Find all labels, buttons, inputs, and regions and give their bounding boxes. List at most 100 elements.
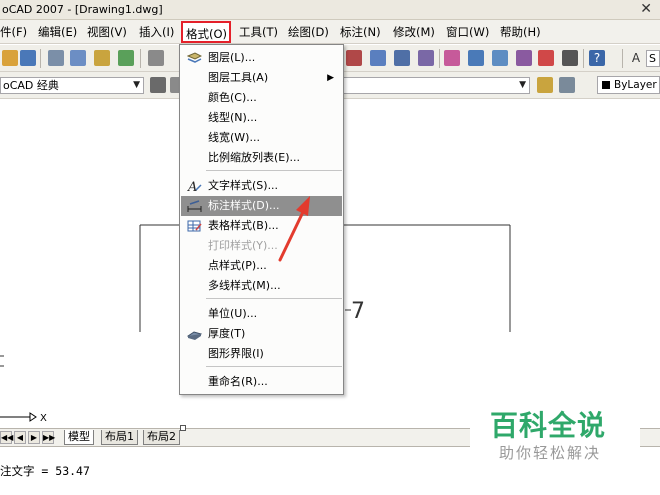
properties-icon[interactable] [418, 50, 434, 66]
menu-view[interactable]: 视图(V) [87, 24, 127, 40]
chevron-down-icon: ▼ [519, 80, 526, 90]
menu-item-multiline-style[interactable]: 多线样式(M)... [181, 276, 342, 296]
zoom-window-icon[interactable] [370, 50, 386, 66]
menu-format[interactable]: 格式(O) [181, 21, 232, 43]
pencil-icon[interactable] [2, 50, 18, 66]
save-icon[interactable] [20, 50, 36, 66]
menu-item-label: 重命名(R)... [208, 375, 268, 388]
menu-modify[interactable]: 修改(M) [393, 24, 435, 40]
menu-item-units[interactable]: 单位(U)... [181, 304, 342, 324]
submenu-arrow-icon: ▶ [327, 73, 334, 83]
first-tab-button[interactable]: ◀◀ [0, 431, 13, 444]
menu-insert[interactable]: 插入(I) [139, 24, 174, 40]
watermark-subtitle: 助你轻松解决 [499, 444, 602, 462]
print-preview-icon[interactable] [70, 50, 86, 66]
cut-icon[interactable] [148, 50, 164, 66]
markup-icon[interactable] [516, 50, 532, 66]
ucs-arrow-icon [29, 412, 37, 422]
make-layer-current-icon[interactable] [537, 77, 553, 93]
text-style-icon: A [187, 180, 202, 193]
chevron-down-icon: ▼ [133, 80, 140, 90]
command-history-text: 注文字 = 53.47 [0, 464, 90, 478]
window-title: oCAD 2007 - [Drawing1.dwg] [2, 3, 163, 16]
menu-dimension[interactable]: 标注(N) [340, 24, 381, 40]
text-style-combo[interactable]: S [646, 50, 660, 67]
menu-item-label: 多线样式(M)... [208, 279, 281, 292]
workspace-settings-icon[interactable] [150, 77, 166, 93]
publish-icon[interactable] [94, 50, 110, 66]
menu-item-drawing-limits[interactable]: 图形界限(I) [181, 344, 342, 364]
menu-draw[interactable]: 绘图(D) [288, 24, 329, 40]
menu-item-label: 点样式(P)... [208, 259, 267, 272]
menu-item-label: 线型(N)... [208, 111, 258, 124]
menu-item-label: 表格样式(B)... [208, 219, 279, 232]
menu-item-layer-tools[interactable]: 图层工具(A) ▶ [181, 68, 342, 88]
dimension-style-icon [187, 200, 202, 212]
help-icon[interactable]: ? [589, 50, 605, 66]
svg-text:A: A [187, 180, 197, 193]
zoom-previous-icon[interactable] [394, 50, 410, 66]
tab-splitter-handle[interactable] [180, 425, 186, 431]
menu-item-thickness[interactable]: 厚度(T) [181, 324, 342, 344]
layer-previous-icon[interactable] [559, 77, 575, 93]
annotation-arrow [278, 196, 310, 262]
tab-layout1[interactable]: 布局1 [101, 430, 138, 445]
layer-combo[interactable]: ▼ [344, 77, 530, 94]
toolbar-separator [140, 49, 141, 68]
watermark-title: 百科全说 [490, 409, 607, 442]
dimension-text: 7 [351, 299, 365, 324]
watermark-logo: 百科全说 助你轻松解决 [470, 400, 640, 468]
menu-item-color[interactable]: 颜色(C)... [181, 88, 342, 108]
layers-icon [187, 52, 202, 63]
title-bar: oCAD 2007 - [Drawing1.dwg] ✕ [0, 0, 660, 20]
tool-palettes-icon[interactable] [468, 50, 484, 66]
plot-icon[interactable] [118, 50, 134, 66]
menu-item-linetype[interactable]: 线型(N)... [181, 108, 342, 128]
quickcalc-icon[interactable] [538, 50, 554, 66]
menu-item-label: 比例缩放列表(E)... [208, 151, 301, 164]
sheet-set-icon[interactable] [492, 50, 508, 66]
toolbar-separator [439, 49, 440, 68]
toolbar-separator [622, 49, 623, 68]
menu-help[interactable]: 帮助(H) [500, 24, 541, 40]
prev-tab-button[interactable]: ◀ [14, 431, 26, 444]
design-center-icon[interactable] [444, 50, 460, 66]
thickness-icon [187, 331, 202, 340]
calculator-icon[interactable] [562, 50, 578, 66]
menu-item-label: 文字样式(S)... [208, 179, 279, 192]
toolbar-separator [583, 49, 584, 68]
menu-bar: 件(F) 编辑(E) 视图(V) 插入(I) 格式(O) 工具(T) 绘图(D)… [0, 20, 660, 44]
next-tab-button[interactable]: ▶ [28, 431, 40, 444]
toolbar-separator [40, 49, 41, 68]
menu-item-label: 单位(U)... [208, 307, 258, 320]
workspace-combo[interactable]: oCAD 经典 ▼ [0, 77, 144, 94]
menu-edit[interactable]: 编辑(E) [38, 24, 77, 40]
color-value: ByLayer [614, 79, 657, 91]
last-tab-button[interactable]: ▶▶ [42, 431, 55, 444]
tab-model[interactable]: 模型 [64, 430, 94, 445]
tab-layout2[interactable]: 布局2 [143, 430, 180, 445]
menu-item-label: 线宽(W)... [208, 131, 260, 144]
table-style-icon [187, 220, 202, 232]
zoom-realtime-icon[interactable] [346, 50, 362, 66]
menu-item-label: 图形界限(I) [208, 347, 264, 360]
color-control[interactable]: ByLayer [597, 76, 660, 94]
menu-item-label: 厚度(T) [208, 327, 246, 340]
menu-item-rename[interactable]: 重命名(R)... [181, 372, 342, 392]
menu-file[interactable]: 件(F) [0, 24, 27, 40]
menu-item-label: 标注样式(D)... [208, 199, 280, 212]
menu-separator [206, 170, 342, 171]
menu-item-layer[interactable]: 图层(L)... [181, 48, 342, 68]
menu-item-scale-list[interactable]: 比例缩放列表(E)... [181, 148, 342, 168]
menu-item-label: 颜色(C)... [208, 91, 257, 104]
text-style-toolbar-icon[interactable]: A [628, 50, 644, 66]
menu-item-lineweight[interactable]: 线宽(W)... [181, 128, 342, 148]
print-icon[interactable] [48, 50, 64, 66]
menu-item-label: 图层工具(A) [208, 71, 269, 84]
menu-separator [206, 298, 342, 299]
close-icon[interactable]: ✕ [640, 1, 652, 17]
menu-item-label: 打印样式(Y)... [208, 239, 278, 252]
menu-window[interactable]: 窗口(W) [446, 24, 489, 40]
menu-tools[interactable]: 工具(T) [239, 24, 278, 40]
menu-item-label: 图层(L)... [208, 51, 256, 64]
